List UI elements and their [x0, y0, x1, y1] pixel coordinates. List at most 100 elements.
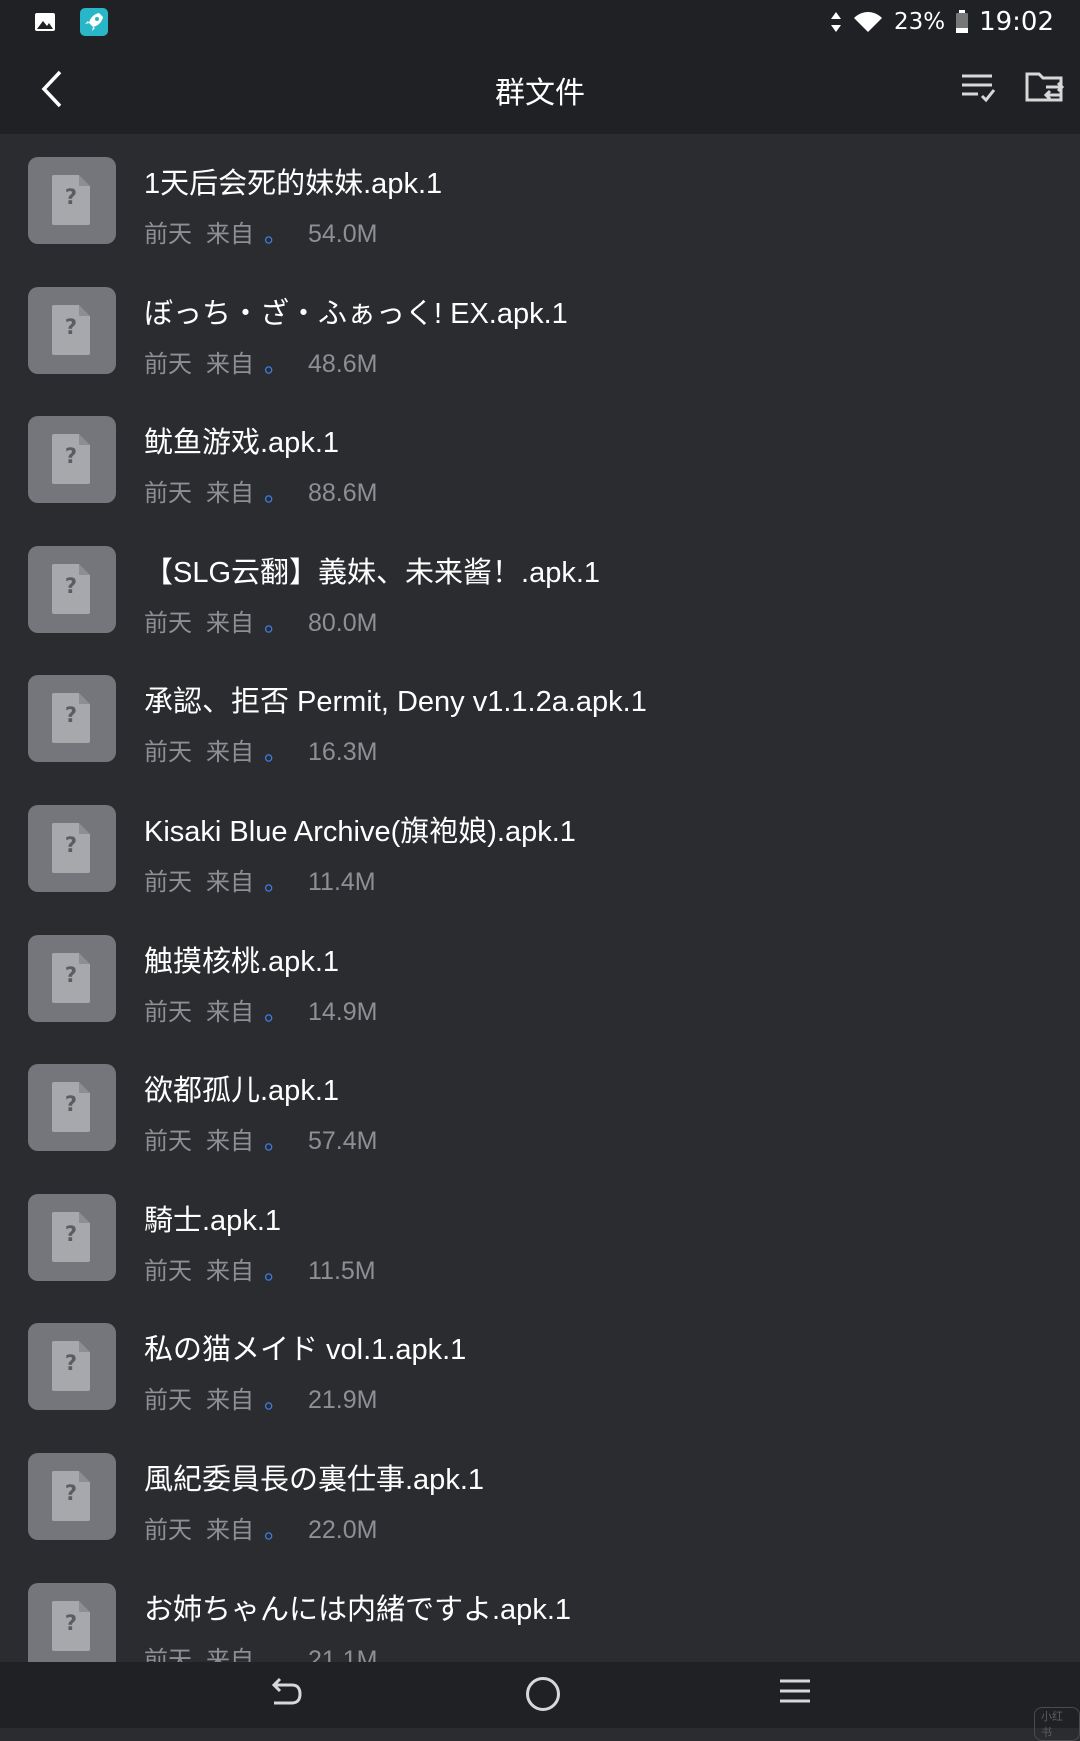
file-sender[interactable]: 。	[264, 1251, 288, 1286]
file-name: 騎士.apk.1	[144, 1205, 281, 1237]
file-sender[interactable]: 。	[264, 862, 288, 897]
unknown-file-icon: ?	[28, 935, 116, 1022]
list-check-icon[interactable]	[958, 68, 998, 108]
file-meta: 前天 来自。 11.4M	[144, 862, 376, 897]
file-list-item[interactable]: ? 風紀委員長の裏仕事.apk.1 前天 来自。 22.0M	[0, 1418, 1080, 1548]
file-size: 11.4M	[308, 868, 376, 896]
unknown-file-icon: ?	[28, 1323, 116, 1410]
file-list-item[interactable]: ? 1天后会死的妹妹.apk.1 前天 来自。 54.0M	[0, 134, 1080, 252]
file-from-label: 来自	[206, 1257, 254, 1285]
file-sender[interactable]: 。	[264, 214, 288, 249]
file-list-item[interactable]: ? ぼっち・ざ・ふぁっく! EX.apk.1 前天 来自。 48.6M	[0, 252, 1080, 382]
file-from-label: 来自	[206, 1646, 254, 1662]
file-name: ぼっち・ざ・ふぁっく! EX.apk.1	[144, 298, 568, 330]
unknown-file-icon: ?	[28, 1194, 116, 1281]
file-from-label: 来自	[206, 350, 254, 378]
unknown-file-icon: ?	[28, 675, 116, 762]
battery-percent: 23%	[893, 9, 946, 35]
status-bar-left	[34, 8, 108, 36]
question-mark: ?	[64, 703, 78, 727]
file-from-label: 来自	[206, 220, 254, 248]
question-mark: ?	[64, 574, 78, 598]
question-mark: ?	[64, 833, 78, 857]
file-sender[interactable]: 。	[264, 344, 288, 379]
file-list-item[interactable]: ? 騎士.apk.1 前天 来自。 11.5M	[0, 1159, 1080, 1289]
file-meta: 前天 来自。 11.5M	[144, 1251, 376, 1286]
file-date: 前天	[144, 1646, 192, 1662]
folder-swap-icon[interactable]	[1024, 66, 1066, 108]
file-sender[interactable]: 。	[264, 473, 288, 508]
file-date: 前天	[144, 350, 192, 378]
nav-back-icon[interactable]	[268, 1675, 302, 1709]
battery-icon	[956, 10, 969, 33]
question-mark: ?	[64, 315, 78, 339]
question-mark: ?	[64, 444, 78, 468]
file-meta: 前天 来自。 57.4M	[144, 1121, 377, 1156]
file-from-label: 来自	[206, 1516, 254, 1544]
question-mark: ?	[64, 1611, 78, 1635]
page-title: 群文件	[495, 76, 585, 111]
file-meta: 前天 来自。 21.9M	[144, 1380, 377, 1415]
file-size: 88.6M	[308, 479, 378, 507]
unknown-file-icon: ?	[28, 416, 116, 503]
file-meta: 前天 来自。 88.6M	[144, 473, 377, 508]
unknown-file-icon: ?	[28, 1453, 116, 1540]
file-date: 前天	[144, 868, 192, 896]
file-list-item[interactable]: ? お姉ちゃんには内緒ですよ.apk.1 前天 来自。 21.1M	[0, 1548, 1080, 1662]
wifi-icon	[853, 12, 882, 32]
file-size: 11.5M	[308, 1257, 376, 1285]
file-sender[interactable]: 。	[264, 992, 288, 1027]
file-name: 承認、拒否 Permit, Deny v1.1.2a.apk.1	[144, 686, 647, 718]
file-name: 私の猫メイド vol.1.apk.1	[144, 1334, 467, 1366]
unknown-file-icon: ?	[28, 157, 116, 244]
file-meta: 前天 来自。 54.0M	[144, 214, 377, 249]
image-icon	[35, 13, 55, 31]
file-from-label: 来自	[206, 609, 254, 637]
file-date: 前天	[144, 1516, 192, 1544]
file-from-label: 来自	[206, 1386, 254, 1414]
data-arrows-icon	[830, 12, 841, 32]
file-date: 前天	[144, 479, 192, 507]
file-sender[interactable]: 。	[264, 1380, 288, 1415]
nav-menu-icon[interactable]	[780, 1678, 810, 1704]
unknown-file-icon: ?	[28, 1583, 116, 1662]
file-meta: 前天 来自。 48.6M	[144, 344, 377, 379]
app-bar: 群文件	[0, 44, 1080, 134]
file-meta: 前天 来自。 16.3M	[144, 732, 377, 767]
rocket-app-icon	[80, 8, 108, 36]
navigation-bar	[0, 1662, 1080, 1728]
file-list-item[interactable]: ? 【SLG云翻】義妹、未来酱！.apk.1 前天 来自。 80.0M	[0, 511, 1080, 641]
file-from-label: 来自	[206, 479, 254, 507]
file-sender[interactable]: 。	[264, 1510, 288, 1545]
status-bar: 23% 19:02	[0, 0, 1080, 44]
file-meta: 前天 来自。 22.0M	[144, 1510, 377, 1545]
file-date: 前天	[144, 1257, 192, 1285]
status-bar-right: 23% 19:02	[830, 4, 1054, 40]
nav-home-icon[interactable]	[526, 1677, 560, 1711]
file-list-item[interactable]: ? 承認、拒否 Permit, Deny v1.1.2a.apk.1 前天 来自。 16…	[0, 640, 1080, 770]
file-date: 前天	[144, 609, 192, 637]
file-date: 前天	[144, 1127, 192, 1155]
file-list-item[interactable]: ? 欲都孤儿.apk.1 前天 来自。 57.4M	[0, 1029, 1080, 1159]
file-list-item[interactable]: ? Kisaki Blue Archive(旗袍娘).apk.1 前天 来自。 11.4…	[0, 770, 1080, 900]
file-size: 54.0M	[308, 220, 378, 248]
file-date: 前天	[144, 738, 192, 766]
file-sender[interactable]: 。	[264, 1121, 288, 1156]
file-list-item[interactable]: ? 触摸核桃.apk.1 前天 来自。 14.9M	[0, 900, 1080, 1030]
file-sender[interactable]: 。	[264, 603, 288, 638]
file-size: 22.0M	[308, 1516, 378, 1544]
file-sender[interactable]: 。	[264, 732, 288, 767]
file-name: 1天后会死的妹妹.apk.1	[144, 168, 443, 200]
file-list-item[interactable]: ? 鱿鱼游戏.apk.1 前天 来自。 88.6M	[0, 381, 1080, 511]
file-date: 前天	[144, 998, 192, 1026]
question-mark: ?	[64, 963, 78, 987]
file-size: 48.6M	[308, 350, 378, 378]
file-name: 風紀委員長の裏仕事.apk.1	[144, 1464, 484, 1496]
file-name: 欲都孤儿.apk.1	[144, 1075, 339, 1107]
file-list-item[interactable]: ? 私の猫メイド vol.1.apk.1 前天 来自。 21.9M	[0, 1288, 1080, 1418]
unknown-file-icon: ?	[28, 1064, 116, 1151]
file-from-label: 来自	[206, 868, 254, 896]
file-from-label: 来自	[206, 738, 254, 766]
file-sender[interactable]: 。	[264, 1640, 288, 1662]
file-name: 【SLG云翻】義妹、未来酱！.apk.1	[144, 557, 601, 589]
